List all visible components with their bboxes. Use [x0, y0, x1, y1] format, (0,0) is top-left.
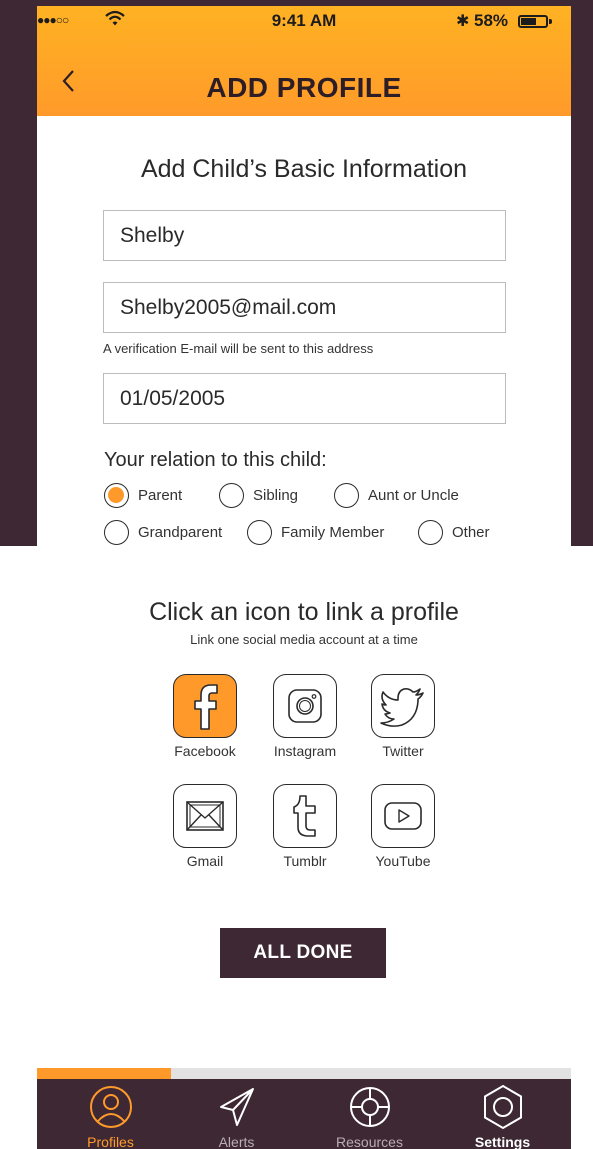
tab-label: Resources	[336, 1134, 403, 1149]
battery-icon	[518, 15, 548, 28]
radio-circle	[334, 482, 359, 508]
social-label: Twitter	[382, 743, 424, 759]
tab-settings[interactable]: Settings	[436, 1079, 569, 1149]
tab-alerts[interactable]: Alerts	[170, 1079, 303, 1149]
email-input[interactable]	[103, 282, 506, 333]
lifebuoy-icon	[350, 1087, 390, 1127]
radio-circle	[219, 482, 244, 508]
tab-label: Profiles	[87, 1134, 134, 1149]
radio-label: Parent	[138, 486, 183, 504]
gmail-button[interactable]: Gmail	[155, 784, 255, 869]
paper-plane-icon	[220, 1088, 254, 1126]
radio-circle	[247, 519, 272, 545]
tab-resources[interactable]: Resources	[303, 1079, 436, 1149]
tab-label: Alerts	[218, 1134, 255, 1149]
page-title: ADD PROFILE	[206, 72, 402, 103]
radio-parent[interactable]: Parent	[104, 481, 182, 509]
tab-profiles[interactable]: Profiles	[44, 1079, 177, 1149]
progress-fill	[37, 1068, 171, 1079]
link-profile-title: Click an icon to link a profile	[149, 598, 459, 626]
facebook-icon	[173, 674, 237, 738]
radio-circle-selected	[104, 482, 129, 508]
radio-family-member[interactable]: Family Member	[247, 518, 384, 546]
tab-bar: Profiles Alerts Resources Settings	[37, 1079, 571, 1149]
radio-circle	[418, 519, 443, 545]
social-label: Tumblr	[283, 853, 327, 869]
form-section-title: Add Child’s Basic Information	[140, 155, 468, 183]
battery-percent: 58%	[474, 11, 509, 30]
relation-question: Your relation to this child:	[104, 449, 327, 471]
bluetooth-icon: ✱	[456, 13, 470, 30]
social-label: YouTube	[375, 853, 431, 869]
tumblr-button[interactable]: Tumblr	[255, 784, 355, 869]
radio-sibling[interactable]: Sibling	[219, 481, 298, 509]
radio-grandparent[interactable]: Grandparent	[104, 518, 222, 546]
instagram-icon	[273, 674, 337, 738]
twitter-icon	[371, 674, 435, 738]
hex-nut-icon	[484, 1084, 522, 1130]
social-label: Instagram	[273, 743, 337, 759]
radio-label: Family Member	[281, 523, 385, 541]
status-bar: ●●●○○ 9:41 AM ✱ 58%	[37, 6, 571, 36]
twitter-button[interactable]: Twitter	[353, 674, 453, 759]
email-hint: A verification E-mail will be sent to th…	[103, 341, 374, 356]
gmail-envelope-icon	[173, 784, 237, 848]
radio-label: Grandparent	[138, 523, 223, 541]
phone-screen: ●●●○○ 9:41 AM ✱ 58% ADD PROFILE Add Chil…	[37, 6, 571, 1149]
battery-tip	[549, 19, 552, 24]
radio-label: Aunt or Uncle	[368, 486, 459, 504]
radio-other[interactable]: Other	[418, 518, 490, 546]
link-profile-subtitle: Link one social media account at a time	[190, 632, 418, 647]
tumblr-icon	[273, 784, 337, 848]
all-done-button[interactable]: ALL DONE	[220, 928, 386, 978]
radio-label: Sibling	[253, 486, 299, 504]
dob-input[interactable]	[103, 373, 506, 424]
radio-aunt-or-uncle[interactable]: Aunt or Uncle	[334, 481, 459, 509]
instagram-button[interactable]: Instagram	[255, 674, 355, 759]
radio-circle	[104, 519, 129, 545]
facebook-button[interactable]: Facebook	[155, 674, 255, 759]
youtube-icon	[371, 784, 435, 848]
social-label: Gmail	[186, 853, 224, 869]
radio-label: Other	[452, 523, 490, 541]
tab-label: Settings	[474, 1134, 531, 1149]
profile-icon	[90, 1086, 132, 1128]
youtube-button[interactable]: YouTube	[353, 784, 453, 869]
progress-bar	[37, 1068, 571, 1079]
app-header: ●●●○○ 9:41 AM ✱ 58% ADD PROFILE	[37, 6, 571, 116]
social-label: Facebook	[174, 743, 236, 759]
name-input[interactable]	[103, 210, 506, 261]
